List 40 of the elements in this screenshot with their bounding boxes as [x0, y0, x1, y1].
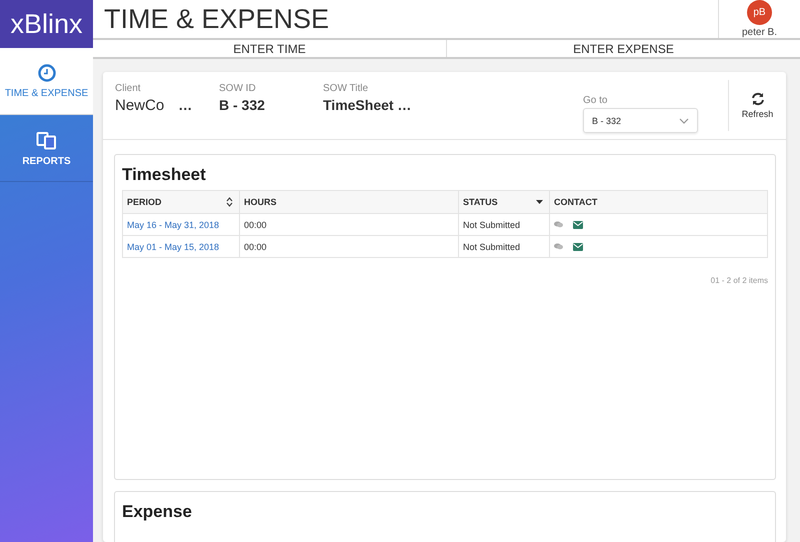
sidebar-item-label: REPORTS: [22, 156, 71, 166]
goto-label: Go to: [583, 95, 608, 106]
period-link[interactable]: May 01 - May 15, 2018: [127, 242, 220, 252]
table-cell: Not Submitted: [459, 213, 550, 235]
user-avatar[interactable]: pB: [747, 0, 772, 25]
field-value: B - 332: [219, 97, 266, 113]
period-link[interactable]: May 16 - May 31, 2018: [127, 220, 220, 230]
table-cell: Not Submitted: [459, 235, 550, 257]
copy-icon: [36, 130, 58, 150]
column-header[interactable]: PERIOD: [123, 191, 240, 213]
sidebar-item-label: TIME & EXPENSE: [4, 88, 88, 98]
table-cell: 00:00: [240, 213, 459, 235]
caret-icon[interactable]: [536, 200, 543, 204]
column-header[interactable]: HOURS: [240, 191, 459, 213]
pager-info: 01 - 2 of 2 items: [710, 276, 768, 285]
chevron-down-icon: [679, 118, 689, 124]
refresh-button[interactable]: Refresh: [728, 80, 786, 131]
mail-icon[interactable]: [573, 220, 583, 228]
tab[interactable]: ENTER TIME: [93, 40, 446, 57]
app-logo: xBlinx: [0, 0, 93, 48]
goto-select[interactable]: B - 332: [583, 108, 698, 133]
field-value: NewCo: [115, 97, 164, 114]
section-title: Timesheet: [122, 165, 207, 185]
sidebar-item[interactable]: TIME & EXPENSE: [0, 48, 93, 115]
clock-icon: [38, 64, 56, 82]
tab[interactable]: ENTER EXPENSE: [446, 40, 800, 57]
column-header[interactable]: STATUS: [459, 191, 550, 213]
sort-icon[interactable]: [226, 197, 233, 207]
refresh-icon: [750, 92, 764, 106]
table-cell: 00:00: [240, 235, 459, 257]
user-name: peter B.: [742, 27, 778, 38]
section-title: Expense: [122, 502, 192, 521]
field-label: Client: [115, 83, 142, 94]
column-header[interactable]: CONTACT: [550, 191, 767, 213]
field-label: SOW ID: [219, 83, 257, 94]
page-title: TIME & EXPENSE: [103, 2, 330, 36]
ellipsis-text: …: [178, 97, 192, 113]
mail-icon[interactable]: [573, 242, 583, 250]
field-value: TimeSheet …: [323, 97, 412, 113]
field-label: SOW Title: [323, 83, 370, 94]
